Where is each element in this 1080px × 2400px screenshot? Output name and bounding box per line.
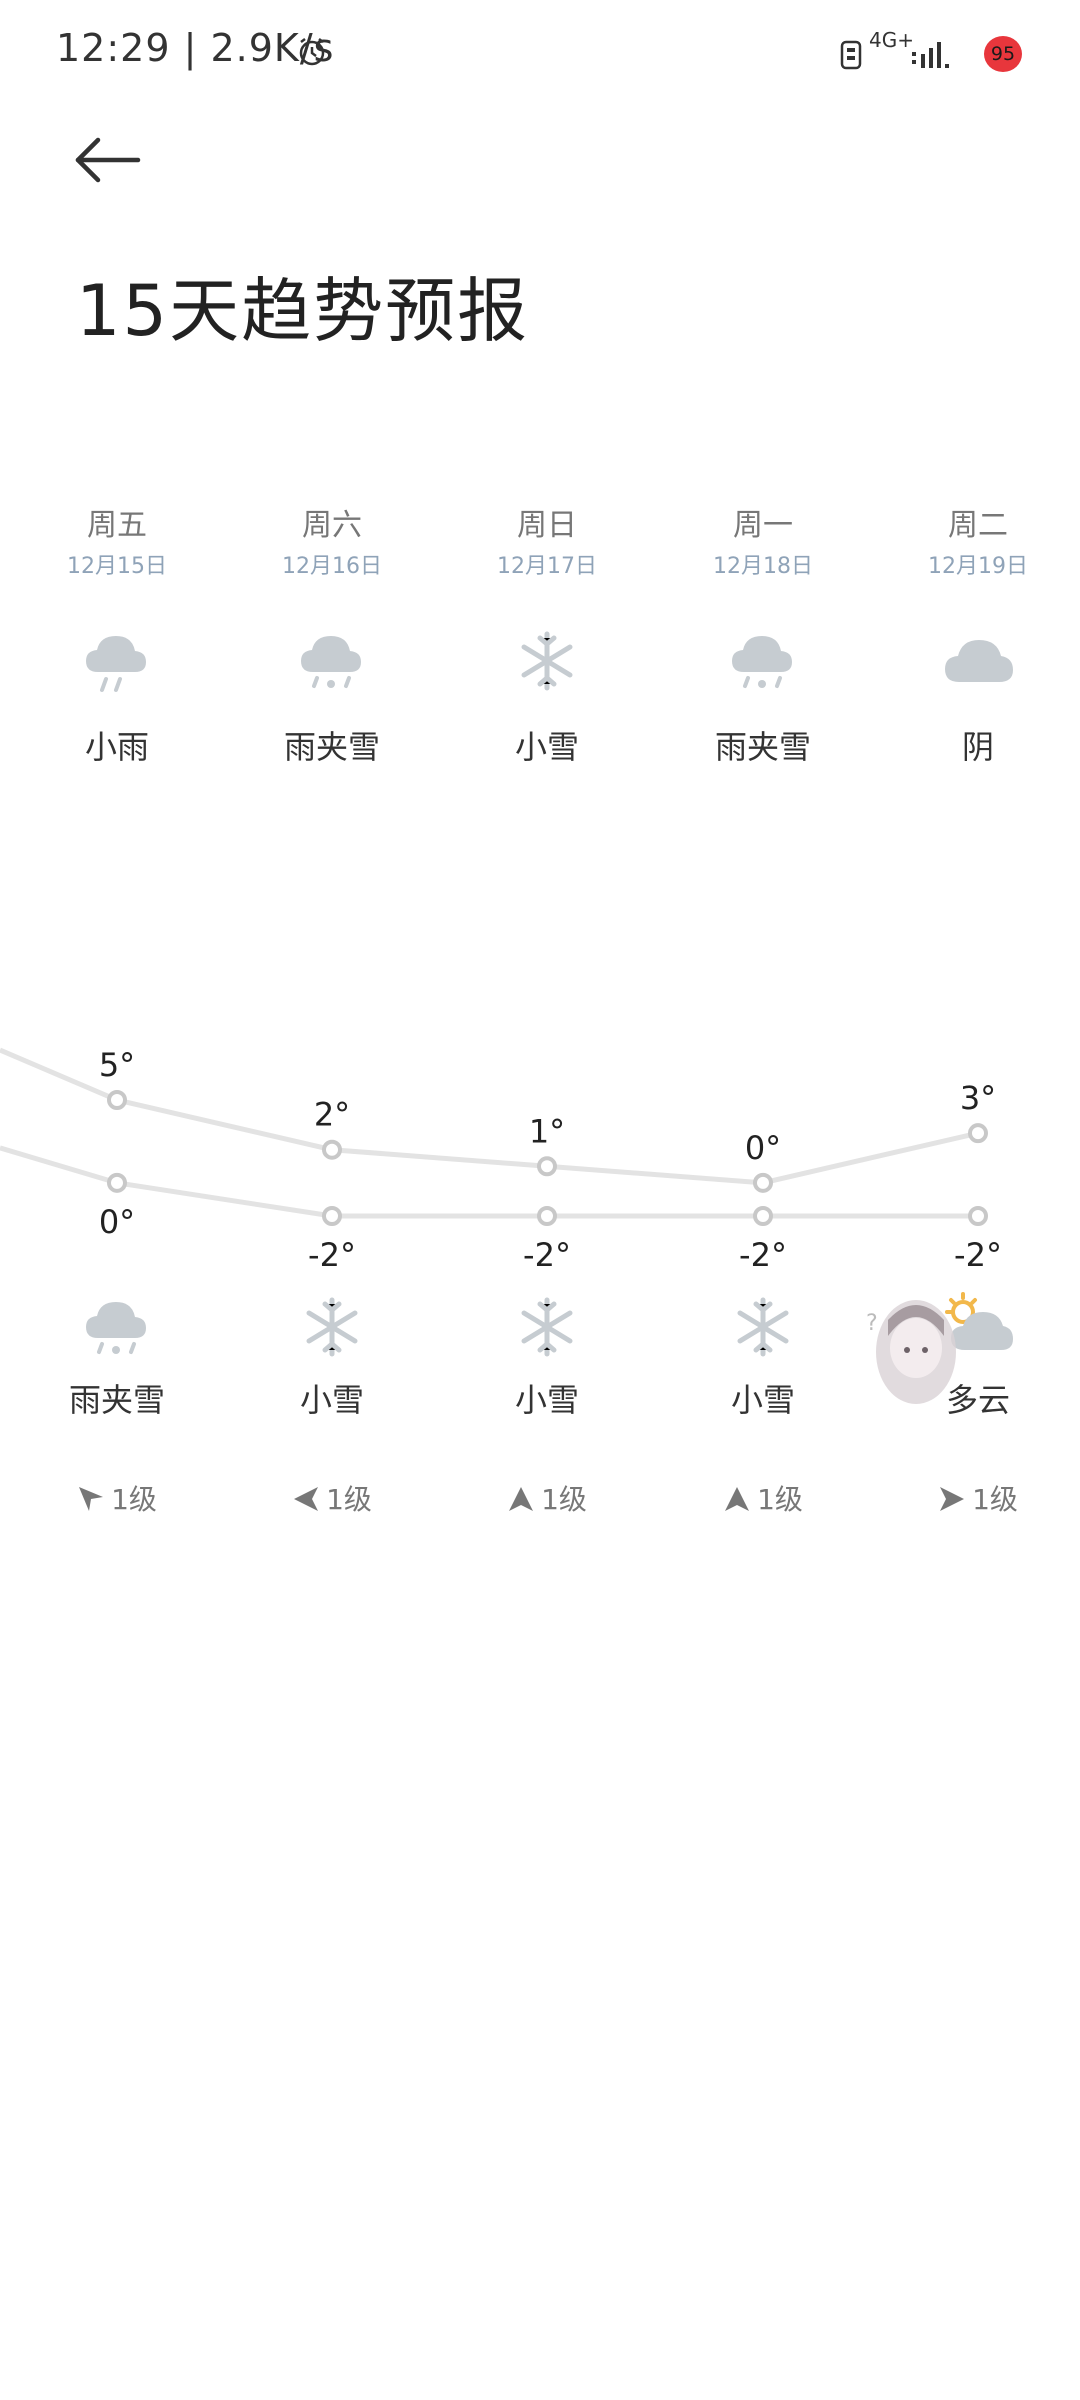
weekday-label: 周日 (517, 508, 577, 543)
high-temp-label: 3° (960, 1079, 996, 1117)
wind-info: 1级 (663, 1478, 863, 1518)
wind-level: 1级 (111, 1483, 157, 1516)
network-type: 4G+ (869, 28, 914, 52)
sleet-icon (86, 1302, 146, 1354)
wind-level: 1级 (326, 1483, 372, 1516)
status-right: 4G+ 95 (782, 28, 1022, 76)
wind-level: 1级 (757, 1483, 803, 1516)
high-temp-point (107, 1090, 127, 1110)
low-temp-point (322, 1206, 342, 1226)
date-label: 12月18日 (713, 554, 813, 579)
wind-info: 1级 (447, 1478, 647, 1518)
svg-text:?: ? (866, 1311, 878, 1336)
sleet-icon (732, 636, 792, 688)
night-condition: 小雪 (514, 1381, 579, 1419)
status-time: 12:29 | 2.9K/s (56, 26, 335, 70)
low-temp-point (968, 1206, 988, 1226)
wind-direction-icon (294, 1487, 319, 1511)
night-condition: 小雪 (299, 1381, 364, 1419)
low-temp-line (0, 1145, 978, 1219)
wind-info: 1级 (17, 1478, 217, 1518)
weekday-label: 周五 (87, 508, 147, 543)
date-label: 12月19日 (928, 554, 1028, 579)
weekday-label: 周二 (948, 508, 1008, 543)
day-condition: 雨夹雪 (283, 728, 380, 766)
high-temp-label: 0° (745, 1129, 781, 1167)
day-condition: 雨夹雪 (714, 728, 811, 766)
battery-badge: 95 (984, 36, 1022, 72)
sleet-icon (301, 636, 361, 688)
day-condition: 小雪 (514, 728, 579, 766)
low-temp-label: -2° (308, 1236, 356, 1274)
date-label: 12月17日 (497, 554, 597, 579)
high-temp-point (753, 1172, 773, 1193)
snow-icon (521, 1297, 573, 1357)
wind-direction-icon (940, 1487, 965, 1511)
night-condition: 雨夹雪 (68, 1381, 165, 1419)
date-label: 12月16日 (282, 554, 382, 579)
day-condition: 小雨 (84, 728, 149, 766)
sim-icon (840, 40, 862, 70)
back-button[interactable] (70, 130, 150, 190)
day-condition: 阴 (961, 728, 994, 766)
temperature-chart: 5° 2° 1° 0° 3° 0° -2° -2° -2° -2° (0, 1046, 1002, 1274)
snow-icon (306, 1297, 358, 1357)
high-temp-line (0, 1047, 979, 1186)
high-temp-point (968, 1123, 988, 1144)
wind-direction-icon (79, 1487, 104, 1511)
wind-info: 1级 (878, 1478, 1078, 1518)
wind-level: 1级 (541, 1483, 587, 1516)
low-temp-point (753, 1206, 773, 1226)
snow-icon (521, 631, 573, 691)
wind-direction-icon (725, 1487, 750, 1511)
overcast-icon (945, 640, 1013, 682)
snow-icon (737, 1297, 789, 1357)
night-condition: 小雪 (730, 1381, 795, 1419)
date-label: 12月15日 (67, 554, 167, 579)
back-arrow-icon (75, 137, 141, 183)
high-temp-point (322, 1139, 342, 1160)
wind-direction-icon (509, 1487, 534, 1511)
signal-icon (912, 42, 949, 68)
low-temp-label: -2° (954, 1236, 1002, 1274)
page-title: 15天趋势预报 (76, 270, 530, 352)
wind-info: 1级 (232, 1478, 432, 1518)
rain-icon (86, 636, 146, 692)
weekday-label: 周六 (302, 508, 362, 543)
low-temp-label: -2° (523, 1236, 571, 1274)
alarm-icon (299, 38, 325, 66)
low-temp-label: -2° (739, 1236, 787, 1274)
night-condition: 多云 (945, 1381, 1010, 1419)
status-bar: 12:29 | 2.9K/s 4G+ 95 (0, 0, 1080, 100)
low-temp-point (537, 1206, 557, 1226)
high-temp-label: 2° (314, 1096, 350, 1134)
low-temp-label: 0° (99, 1203, 135, 1241)
low-temp-point (107, 1172, 127, 1193)
weekday-label: 周一 (733, 508, 793, 543)
wind-level: 1级 (972, 1483, 1018, 1516)
high-temp-point (537, 1156, 557, 1177)
high-temp-label: 5° (99, 1046, 135, 1084)
high-temp-label: 1° (529, 1112, 565, 1150)
